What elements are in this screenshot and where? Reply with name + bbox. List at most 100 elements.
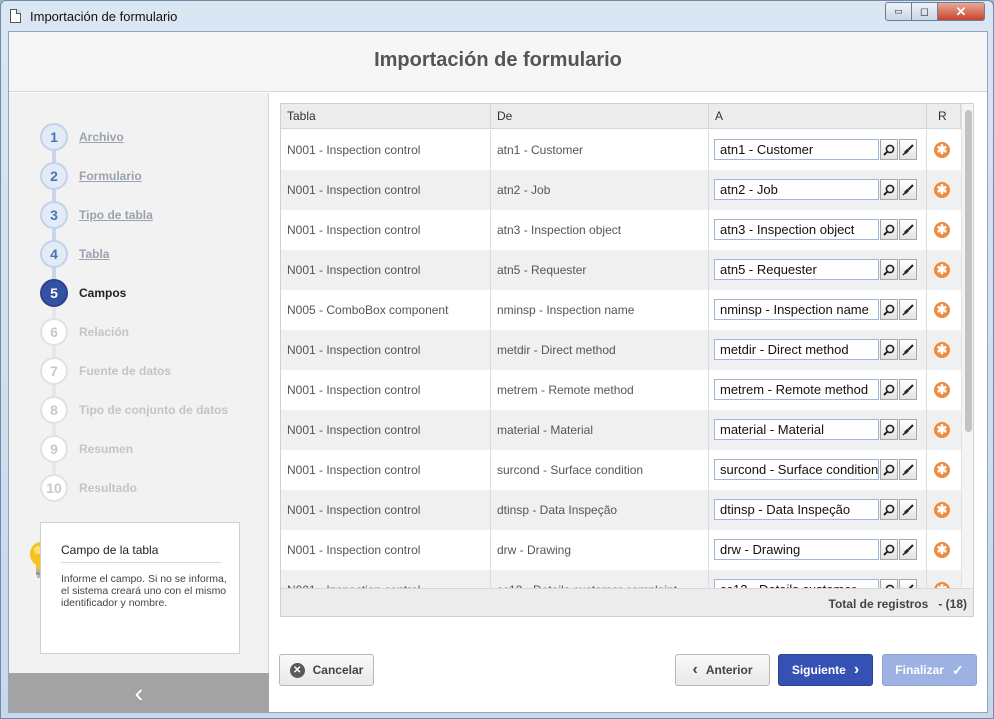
next-label: Siguiente: [791, 663, 846, 677]
field-input-a[interactable]: atn3 - Inspection object: [714, 219, 879, 240]
clear-field-button[interactable]: [899, 459, 917, 480]
field-input-a[interactable]: atn5 - Requester: [714, 259, 879, 280]
field-input-a[interactable]: atn1 - Customer: [714, 139, 879, 160]
search-field-button[interactable]: [880, 379, 898, 400]
step-number: 1: [40, 122, 68, 151]
wizard-step-6: 6 Relación: [9, 312, 269, 351]
next-button[interactable]: Siguiente ›: [778, 654, 873, 686]
close-button[interactable]: ✕: [938, 2, 985, 21]
required-icon: ✱: [934, 142, 950, 158]
clear-field-button[interactable]: [899, 539, 917, 560]
search-field-button[interactable]: [880, 539, 898, 560]
step-label[interactable]: Tabla: [79, 247, 109, 261]
field-input-a[interactable]: metrem - Remote method: [714, 379, 879, 400]
step-label[interactable]: Formulario: [79, 169, 142, 183]
finish-button[interactable]: Finalizar ✓: [882, 654, 977, 686]
previous-button[interactable]: ‹ Anterior: [675, 654, 770, 686]
search-field-button[interactable]: [880, 179, 898, 200]
cell-de: dtinsp - Data Inspeção: [497, 503, 618, 517]
clear-field-button[interactable]: [899, 219, 917, 240]
help-box: Campo de la tabla Informe el campo. Si n…: [40, 522, 240, 654]
field-input-a[interactable]: nminsp - Inspection name: [714, 299, 879, 320]
field-input-a[interactable]: dtinsp - Data Inspeção: [714, 499, 879, 520]
eraser-icon: [902, 183, 914, 196]
clear-field-button[interactable]: [899, 259, 917, 280]
search-field-button[interactable]: [880, 139, 898, 160]
search-field-button[interactable]: [880, 459, 898, 480]
search-icon: [883, 504, 895, 516]
search-field-button[interactable]: [880, 419, 898, 440]
vertical-scrollbar[interactable]: [961, 104, 973, 588]
clear-field-button[interactable]: [899, 179, 917, 200]
table-row[interactable]: N001 - Inspection control dtinsp - Data I…: [281, 490, 961, 530]
column-header-a[interactable]: A: [709, 104, 927, 129]
field-input-a[interactable]: drw - Drawing: [714, 539, 879, 560]
table-row[interactable]: N001 - Inspection control atn5 - Requeste…: [281, 250, 961, 290]
eraser-icon: [902, 503, 914, 516]
field-input-a[interactable]: cc12 - Details customer: [714, 579, 879, 588]
help-title: Campo de la tabla: [61, 543, 159, 557]
wizard-step-1[interactable]: 1 Archivo: [9, 117, 269, 156]
step-label: Campos: [79, 285, 127, 300]
field-input-a[interactable]: atn2 - Job: [714, 179, 879, 200]
cell-tabla: N001 - Inspection control: [287, 383, 421, 397]
column-divider: [926, 530, 927, 570]
minimize-button[interactable]: ▭: [885, 2, 912, 21]
table-row[interactable]: N001 - Inspection control atn2 - Job atn2 …: [281, 170, 961, 210]
search-field-button[interactable]: [880, 339, 898, 360]
search-icon: [883, 424, 895, 436]
table-row[interactable]: N001 - Inspection control atn3 - Inspecti…: [281, 210, 961, 250]
collapse-sidebar-button[interactable]: ‹: [9, 673, 269, 712]
required-icon: ✱: [934, 382, 950, 398]
window-controls: ▭ ◻ ✕: [885, 2, 985, 21]
grid-footer: Total de registros - (18): [281, 588, 973, 616]
clear-field-button[interactable]: [899, 499, 917, 520]
clear-field-button[interactable]: [899, 339, 917, 360]
column-header-de[interactable]: De: [491, 104, 709, 129]
clear-field-button[interactable]: [899, 579, 917, 588]
column-header-tabla[interactable]: Tabla: [281, 104, 491, 129]
table-row[interactable]: N001 - Inspection control atn1 - Customer…: [281, 130, 961, 170]
table-row[interactable]: N005 - ComboBox component nminsp - Inspec…: [281, 290, 961, 330]
field-input-a[interactable]: material - Material: [714, 419, 879, 440]
clear-field-button[interactable]: [899, 379, 917, 400]
step-label: Resumen: [79, 441, 134, 456]
step-label[interactable]: Tipo de tabla: [79, 208, 153, 222]
table-row[interactable]: N001 - Inspection control metrem - Remote…: [281, 370, 961, 410]
wizard-step-4[interactable]: 4 Tabla: [9, 234, 269, 273]
scrollbar-thumb[interactable]: [965, 110, 972, 432]
required-icon: ✱: [934, 302, 950, 318]
step-label[interactable]: Archivo: [79, 130, 124, 144]
wizard-step-2[interactable]: 2 Formulario: [9, 156, 269, 195]
clear-field-button[interactable]: [899, 139, 917, 160]
clear-field-button[interactable]: [899, 419, 917, 440]
step-label: Tipo de conjunto de datos: [79, 402, 229, 417]
search-field-button[interactable]: [880, 219, 898, 240]
clear-field-button[interactable]: [899, 299, 917, 320]
search-field-button[interactable]: [880, 299, 898, 320]
cell-tabla: N001 - Inspection control: [281, 570, 490, 588]
cell-tabla: N001 - Inspection control: [287, 143, 421, 157]
search-field-button[interactable]: [880, 499, 898, 520]
cell-de: nminsp - Inspection name: [497, 303, 635, 317]
column-header-r[interactable]: R: [927, 104, 961, 129]
field-input-a[interactable]: metdir - Direct method: [714, 339, 879, 360]
cancel-button[interactable]: ✕ Cancelar: [279, 654, 374, 686]
wizard-step-3[interactable]: 3 Tipo de tabla: [9, 195, 269, 234]
window-title: Importación de formulario: [30, 9, 178, 24]
table-row[interactable]: N001 - Inspection control metdir - Direct…: [281, 330, 961, 370]
table-row[interactable]: N001 - Inspection control drw - Drawing dr…: [281, 530, 961, 570]
table-row[interactable]: N001 - Inspection control surcond - Surfa…: [281, 450, 961, 490]
cell-de: metrem - Remote method: [497, 383, 634, 397]
field-input-a[interactable]: surcond - Surface condition: [714, 459, 879, 480]
wizard-step-8: 8 Tipo de conjunto de datos: [9, 390, 269, 429]
table-row[interactable]: N001 - Inspection controlcc12 - Details …: [281, 570, 961, 588]
search-field-button[interactable]: [880, 579, 898, 588]
search-field-button[interactable]: [880, 259, 898, 280]
cell-tabla: N001 - Inspection control: [287, 503, 421, 517]
table-row[interactable]: N001 - Inspection control material - Mate…: [281, 410, 961, 450]
search-icon: [883, 384, 895, 396]
maximize-button[interactable]: ◻: [912, 2, 938, 21]
column-divider: [708, 570, 709, 588]
cell-de: cc12 - Details customer complaint: [491, 570, 708, 588]
